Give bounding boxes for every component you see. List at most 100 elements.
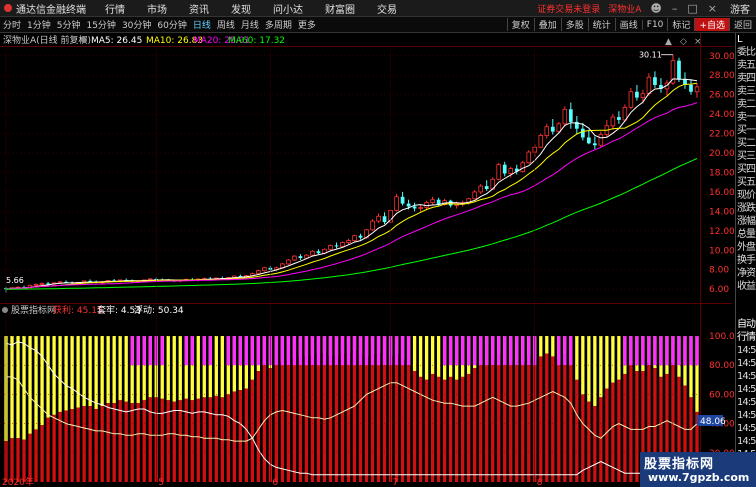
sidebar-item[interactable]: 卖三 <box>736 85 756 98</box>
profit-bar <box>226 394 230 482</box>
candle-body <box>298 256 303 259</box>
panel-close-icon[interactable]: × <box>694 37 702 47</box>
profit-bar <box>250 379 255 482</box>
sidebar-auto-item[interactable]: 自动 <box>736 318 756 331</box>
sidebar-item[interactable]: 现价 <box>736 189 756 202</box>
indicator-tick-label: 100.00 <box>709 332 735 342</box>
trapped-bar <box>647 336 651 366</box>
sidebar-item[interactable]: 净资 <box>736 267 756 280</box>
trapped-bar <box>677 336 681 366</box>
pin-icon[interactable]: ◇ <box>680 37 687 47</box>
sidebar-item[interactable]: 卖五 <box>736 59 756 72</box>
candle-body <box>689 84 693 92</box>
sidebar-item[interactable]: 外盘 <box>736 241 756 254</box>
candle-body <box>628 91 634 108</box>
trapped-bar <box>569 336 573 366</box>
candle-body <box>39 282 45 285</box>
scroll-up-icon[interactable]: ▲ <box>665 37 672 47</box>
candle-body <box>370 220 375 231</box>
candle-body <box>562 108 568 125</box>
candle-body <box>653 77 657 85</box>
profit-bar <box>244 388 249 482</box>
ma10-line <box>5 82 698 290</box>
candle-body <box>33 283 39 286</box>
price-tick-label: 16.00 <box>709 188 735 198</box>
profit-bar <box>497 353 501 482</box>
candle-body <box>646 76 652 95</box>
sidebar-item[interactable]: 换手 <box>736 254 756 267</box>
sidebar-item[interactable]: 买四 <box>736 163 756 176</box>
trapped-bar <box>671 336 675 366</box>
candle-body <box>694 86 700 93</box>
indicator-tick-label: 80.00 <box>709 361 735 371</box>
candle-body <box>538 135 544 148</box>
date-label: 8 <box>537 478 543 487</box>
price-tick-label: 6.00 <box>709 285 729 295</box>
kline-chart[interactable]: 6.00 8.00 10.00 12.00 14.00 16.00 18.00 20.00 22… <box>0 0 735 487</box>
float-bar <box>106 336 110 404</box>
float-bar <box>124 336 128 402</box>
profit-bar <box>118 400 122 482</box>
ma5-line <box>5 78 698 290</box>
candle-body <box>400 196 405 204</box>
profit-bar <box>52 414 56 482</box>
profit-bar <box>418 376 423 482</box>
profit-bar <box>112 403 116 482</box>
sidebar-item[interactable]: 卖一 <box>736 111 756 124</box>
profit-bar <box>82 406 86 482</box>
float-bar <box>611 336 615 383</box>
float-bar <box>575 336 579 380</box>
panel-border <box>0 46 732 47</box>
ma60-line <box>6 158 698 290</box>
profit-bar <box>581 394 585 482</box>
profit-bar <box>340 353 345 482</box>
sidebar-item[interactable]: 买五 <box>736 176 756 189</box>
profit-bar <box>10 438 14 482</box>
trapped-bar <box>346 336 351 366</box>
profit-bar <box>557 359 561 482</box>
float-bar <box>214 336 218 396</box>
sidebar-item[interactable]: 总量 <box>736 228 756 241</box>
sidebar-item[interactable]: 涨幅 <box>736 215 756 228</box>
float-bar <box>418 336 423 377</box>
float-bar <box>178 336 182 401</box>
trapped-bar <box>382 336 387 366</box>
candle-body <box>586 137 591 144</box>
trapped-bar <box>238 336 242 366</box>
profit-bar <box>64 410 68 482</box>
sidebar-l-tab[interactable]: L <box>736 33 756 46</box>
sidebar-item[interactable]: 买一 <box>736 124 756 137</box>
candle-body <box>617 117 621 120</box>
candle-body <box>418 207 423 209</box>
price-tick-label: 18.00 <box>709 168 735 178</box>
sidebar-item[interactable]: 收益 <box>736 280 756 293</box>
trapped-bar <box>322 336 327 366</box>
sidebar-item[interactable]: 卖二 <box>736 98 756 111</box>
profit-bar <box>346 353 351 482</box>
candle-body <box>346 240 351 243</box>
trapped-bar <box>244 336 249 366</box>
trapped-bar <box>665 336 669 366</box>
trapped-bar <box>689 336 693 366</box>
ma60-label: MA60: 17.32 <box>228 36 285 46</box>
sidebar-item[interactable]: 买二 <box>736 137 756 150</box>
watermark-title: 股票指标网 <box>644 457 715 472</box>
trapped-bar <box>358 336 363 366</box>
sidebar-item[interactable]: 涨跌 <box>736 202 756 215</box>
settings-dot-icon[interactable] <box>81 37 87 43</box>
trapped-bar <box>316 336 321 366</box>
profit-bar <box>509 362 513 482</box>
panel-divider <box>0 303 732 304</box>
sidebar-item[interactable]: 卖四 <box>736 72 756 85</box>
profit-bar <box>34 429 38 482</box>
float-bar <box>545 336 549 354</box>
sidebar-item[interactable]: 买三 <box>736 150 756 163</box>
trapped-bar <box>448 336 453 366</box>
indicator-settings-icon[interactable] <box>2 307 8 313</box>
sidebar-item[interactable]: 委比 <box>736 46 756 59</box>
profit-bar <box>605 388 609 482</box>
float-bar <box>94 336 98 409</box>
float-bar <box>551 336 555 357</box>
profit-bar <box>328 356 333 482</box>
sidebar-quote-item[interactable]: 行情 <box>736 331 756 344</box>
